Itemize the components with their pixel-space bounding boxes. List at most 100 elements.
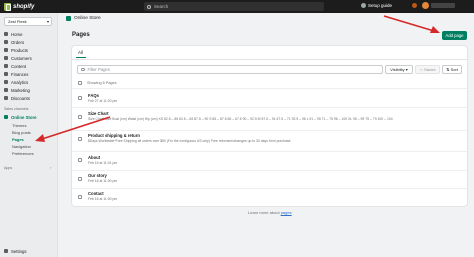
search-icon (147, 4, 151, 9)
user-name-redacted[interactable] (431, 3, 455, 8)
arrowhead-add-page (430, 26, 440, 33)
content-icon (4, 64, 8, 68)
page-title: Pages (72, 32, 90, 38)
showing-count: Showing 6 Pages (87, 81, 117, 85)
divider (72, 151, 467, 152)
divider (72, 130, 467, 131)
row-title[interactable]: FAQs (88, 93, 99, 98)
divider (72, 88, 467, 89)
row-checkbox[interactable] (78, 115, 82, 119)
sidebar-item-marketing[interactable]: Marketing (4, 87, 30, 93)
row-checkbox[interactable] (78, 158, 82, 162)
row-subtitle: Feb 16 at 11:00 pm (88, 197, 118, 201)
divider (72, 188, 467, 189)
store-icon (66, 16, 71, 21)
shopify-bag-icon (4, 2, 11, 11)
sidebar-item-discounts[interactable]: Discounts (4, 95, 30, 101)
visibility-label: Visibility (390, 67, 405, 72)
sidebar-subitem-blog-posts[interactable]: Blog posts (12, 129, 31, 135)
divider (72, 170, 467, 171)
sidebar-item-label: Online Store (11, 114, 37, 120)
setup-icon (361, 3, 366, 8)
analytics-icon (4, 80, 8, 84)
sidebar: Zest Fleek ▾ Home Orders Products Custom… (0, 13, 58, 257)
finances-icon (4, 72, 8, 76)
setup-guide-button[interactable]: Setup guide (361, 3, 392, 8)
setup-guide-label: Setup guide (368, 3, 393, 8)
home-icon (4, 32, 8, 36)
tab-all[interactable]: All (78, 50, 83, 55)
customers-icon (4, 56, 8, 60)
row-subtitle: Feb 16 at 11:01 pm (88, 161, 118, 165)
divider (72, 107, 467, 108)
alert-icon[interactable] (412, 3, 417, 8)
products-icon (4, 48, 8, 52)
learn-more-link[interactable]: pages (281, 210, 292, 215)
sidebar-item-finances[interactable]: Finances (4, 71, 28, 77)
tab-indicator (76, 57, 86, 59)
sidebar-item-label: Marketing (11, 87, 30, 93)
row-title[interactable]: Our story (88, 173, 107, 178)
filter-input[interactable]: Filter Pages (77, 65, 383, 74)
filter-placeholder: Filter Pages (87, 67, 110, 72)
row-subtitle: $Days Worldwide*Free Shipping all orders… (88, 139, 291, 143)
sidebar-item-products[interactable]: Products (4, 47, 28, 53)
chevron-down-icon: ▾ (46, 19, 49, 24)
breadcrumb-label: Online Store (74, 16, 101, 21)
apps-heading: Apps (4, 166, 13, 170)
top-bar: shopify Search Setup guide (0, 0, 474, 13)
visibility-button[interactable]: Visibility ▾ (385, 65, 413, 74)
orders-icon (4, 40, 8, 44)
row-title[interactable]: Product shipping & return (88, 133, 140, 138)
marketing-icon (4, 88, 8, 92)
sidebar-item-content[interactable]: Content (4, 63, 26, 69)
store-switcher[interactable]: Zest Fleek ▾ (4, 17, 52, 26)
row-checkbox[interactable] (78, 195, 82, 199)
add-page-button[interactable]: Add page (442, 31, 467, 40)
sidebar-item-label: Orders (11, 39, 25, 45)
sidebar-item-label: Customers (11, 55, 32, 61)
row-title[interactable]: Size Chart (88, 111, 108, 116)
divider (72, 59, 467, 60)
sort-button[interactable]: ⇅ Sort (442, 65, 462, 74)
saved-label: Saved (424, 67, 436, 72)
chevron-right-icon[interactable]: › (50, 165, 51, 170)
sidebar-subitem-pages[interactable]: Pages (12, 136, 24, 142)
arrow-to-add-page (383, 15, 435, 32)
row-title[interactable]: Contact (88, 191, 104, 196)
discounts-icon (4, 96, 8, 100)
row-checkbox[interactable] (78, 96, 82, 100)
row-subtitle: Feb 27 at 11:20 pm (88, 99, 118, 103)
sales-channels-heading: Sales channels (4, 107, 29, 111)
search-input[interactable]: Search (144, 2, 324, 11)
sidebar-subitem-navigation[interactable]: Navigation (12, 143, 31, 149)
sidebar-item-customers[interactable]: Customers (4, 55, 32, 61)
row-subtitle: Size Chart Size Bust (cm) Waist (cm) Hip… (88, 117, 393, 121)
breadcrumb: Online Store (66, 16, 101, 21)
sidebar-item-settings[interactable]: Settings (4, 248, 27, 254)
saved-button[interactable]: ☆ Saved (415, 65, 440, 74)
sidebar-subitem-themes[interactable]: Themes (12, 122, 26, 128)
sidebar-item-home[interactable]: Home (4, 31, 22, 37)
shopify-logo[interactable]: shopify (4, 2, 34, 11)
sidebar-item-label: Home (11, 31, 23, 37)
sidebar-item-label: Finances (11, 71, 29, 77)
sidebar-item-analytics[interactable]: Analytics (4, 79, 28, 85)
pages-card: All Filter Pages Visibility ▾ ☆ Saved ⇅ … (72, 46, 467, 206)
select-all-checkbox[interactable] (78, 81, 82, 85)
sidebar-subitem-preferences[interactable]: Preferences (12, 150, 34, 156)
search-placeholder: Search (154, 4, 169, 9)
store-name: Zest Fleek (8, 19, 27, 24)
sidebar-item-online-store[interactable]: Online Store (4, 114, 37, 120)
store-icon (4, 115, 8, 119)
row-checkbox[interactable] (78, 177, 82, 181)
avatar[interactable] (422, 2, 429, 9)
sidebar-item-label: Content (11, 63, 27, 69)
sidebar-item-orders[interactable]: Orders (4, 39, 24, 45)
sort-label: Sort (450, 67, 458, 72)
row-checkbox[interactable] (78, 137, 82, 141)
search-icon (81, 67, 85, 72)
learn-more-text: Learn more about (248, 210, 281, 215)
sidebar-item-label: Products (11, 47, 28, 53)
row-title[interactable]: About (88, 155, 100, 160)
